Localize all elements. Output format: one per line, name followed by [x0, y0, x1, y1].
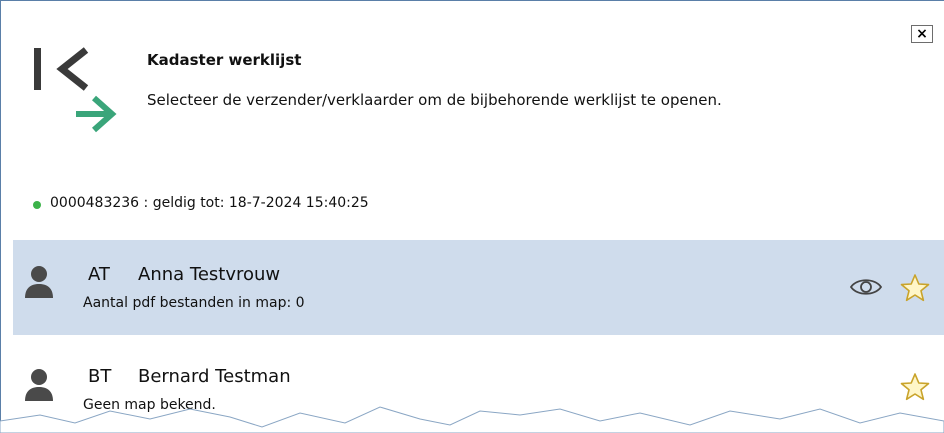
- user-initials: BT: [88, 366, 112, 387]
- user-detail: Aantal pdf bestanden in map: 0: [83, 295, 305, 311]
- dialog-subtitle: Selecteer de verzender/verklaarder om de…: [147, 91, 722, 109]
- kadaster-logo: [34, 47, 117, 133]
- close-icon: ×: [916, 26, 928, 42]
- star-icon[interactable]: [900, 273, 930, 303]
- dialog-window: × Kadaster werklijst Selecteer de verzen…: [0, 0, 944, 433]
- user-name: Anna Testvrouw: [138, 264, 281, 285]
- dialog-title: Kadaster werklijst: [147, 51, 302, 69]
- window-border-left: [0, 0, 1, 433]
- close-button[interactable]: ×: [911, 25, 933, 43]
- star-icon[interactable]: [900, 372, 930, 402]
- user-row-anna[interactable]: AT Anna Testvrouw Aantal pdf bestanden i…: [13, 240, 944, 335]
- torn-edge: [0, 406, 944, 433]
- user-initials: AT: [88, 264, 110, 285]
- eye-icon[interactable]: [849, 276, 883, 298]
- user-name: Bernard Testman: [138, 366, 291, 387]
- status-indicator: [33, 201, 41, 209]
- person-icon: [25, 369, 53, 401]
- person-icon: [25, 266, 53, 298]
- window-border-top: [0, 0, 944, 1]
- certificate-status: 0000483236 : geldig tot: 18-7-2024 15:40…: [50, 195, 369, 211]
